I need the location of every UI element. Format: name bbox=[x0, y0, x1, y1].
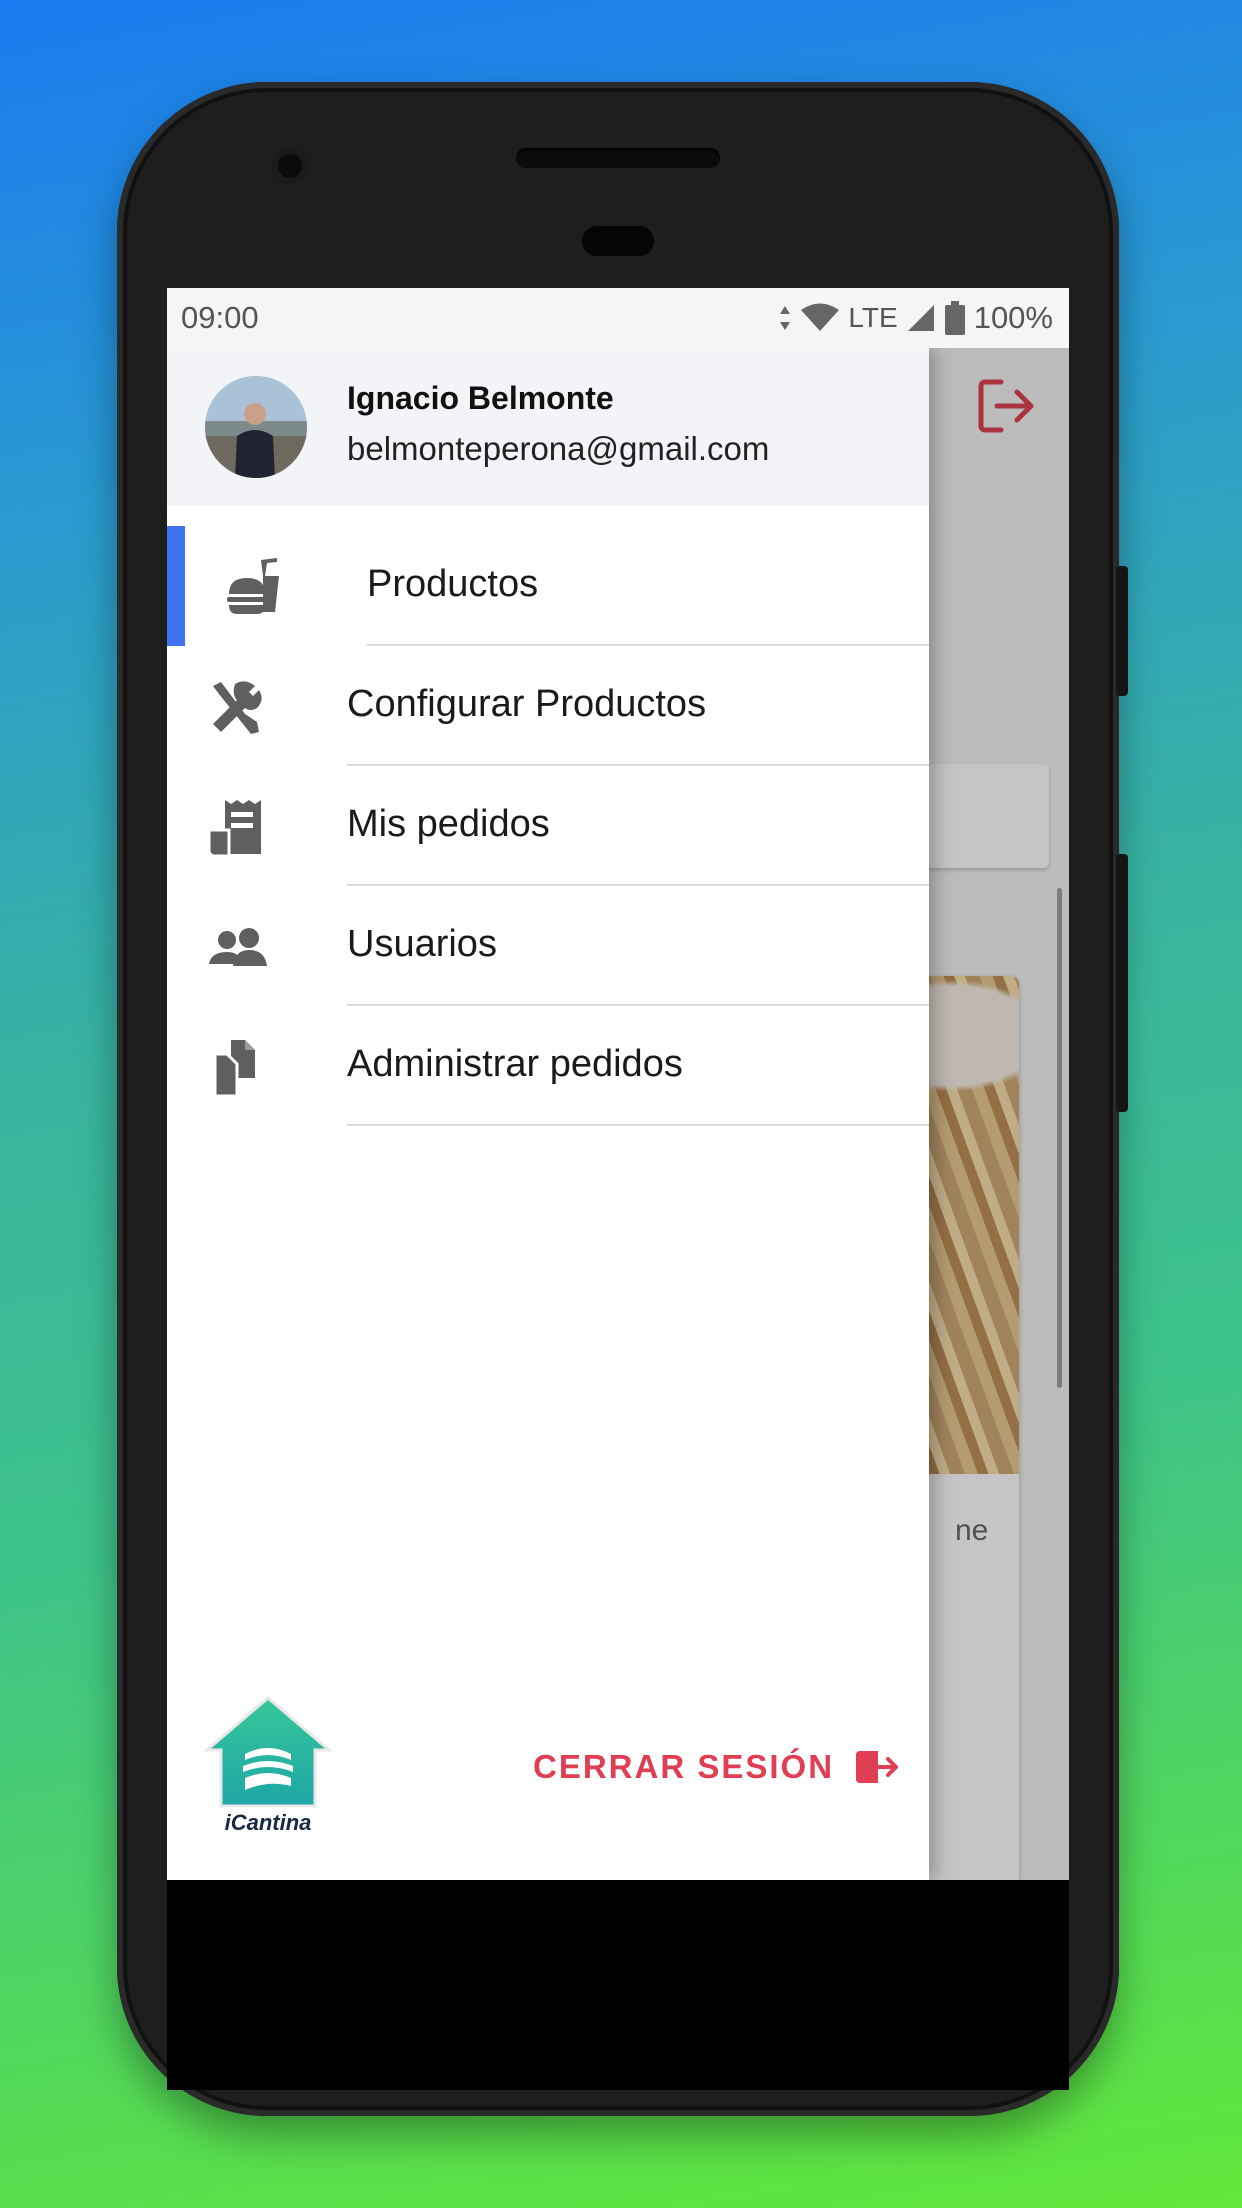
data-arrows-icon bbox=[780, 306, 791, 330]
tools-icon bbox=[213, 681, 262, 734]
burger-drink-icon bbox=[227, 558, 279, 614]
menu-item-mis-pedidos[interactable]: Mis pedidos bbox=[167, 766, 929, 886]
menu-label: Administrar pedidos bbox=[347, 1043, 683, 1085]
drawer-header: Ignacio Belmonte belmonteperona@gmail.co… bbox=[167, 348, 929, 506]
power-button bbox=[1116, 854, 1128, 1112]
house-sandwich-icon bbox=[202, 1696, 334, 1808]
menu-label: Usuarios bbox=[347, 923, 497, 965]
volume-up-button bbox=[1116, 566, 1128, 696]
receipt-icon bbox=[207, 800, 261, 858]
status-bar: 09:00 LTE 100% bbox=[167, 288, 1069, 348]
logout-arrow-icon bbox=[856, 1751, 899, 1783]
wifi-icon bbox=[801, 303, 840, 331]
menu-item-administrar-pedidos[interactable]: Administrar pedidos bbox=[167, 1006, 929, 1126]
battery-level: 100% bbox=[973, 300, 1053, 335]
user-email: belmonteperona@gmail.com bbox=[347, 430, 770, 467]
active-indicator bbox=[167, 526, 185, 646]
navigation-drawer: Ignacio Belmonte belmonteperona@gmail.co… bbox=[167, 348, 929, 1880]
avatar[interactable] bbox=[205, 376, 307, 478]
menu-label: Configurar Productos bbox=[347, 683, 707, 725]
battery-icon bbox=[944, 301, 965, 335]
menu-item-usuarios[interactable]: Usuarios bbox=[167, 886, 929, 1006]
user-name: Ignacio Belmonte bbox=[347, 380, 614, 416]
logout-label: CERRAR SESIÓN bbox=[533, 1748, 835, 1785]
proximity-sensor bbox=[582, 226, 654, 256]
app-logo: iCantina bbox=[202, 1694, 334, 1840]
status-icons: LTE 100% bbox=[778, 300, 1053, 336]
menu-label: Mis pedidos bbox=[347, 803, 550, 845]
status-time: 09:00 bbox=[181, 300, 259, 335]
menu-label: Productos bbox=[367, 563, 539, 605]
menu-item-configurar-productos[interactable]: Configurar Productos bbox=[167, 646, 929, 766]
menu-item-productos[interactable]: Productos bbox=[167, 526, 929, 646]
phone-chin bbox=[167, 1880, 1069, 2090]
copy-documents-icon bbox=[213, 1040, 255, 1098]
logout-button[interactable]: CERRAR SESIÓN bbox=[533, 1748, 902, 1786]
users-icon bbox=[209, 928, 267, 966]
screen: 09:00 LTE 100% ne Ignacio Belmonte belmo… bbox=[167, 288, 1069, 1880]
network-type: LTE bbox=[848, 302, 898, 333]
logo-text: iCantina bbox=[224, 1810, 312, 1835]
signal-icon bbox=[907, 305, 934, 331]
earpiece-speaker bbox=[516, 148, 720, 168]
front-camera bbox=[272, 148, 308, 184]
avatar-image bbox=[205, 376, 307, 478]
divider bbox=[347, 1124, 929, 1126]
